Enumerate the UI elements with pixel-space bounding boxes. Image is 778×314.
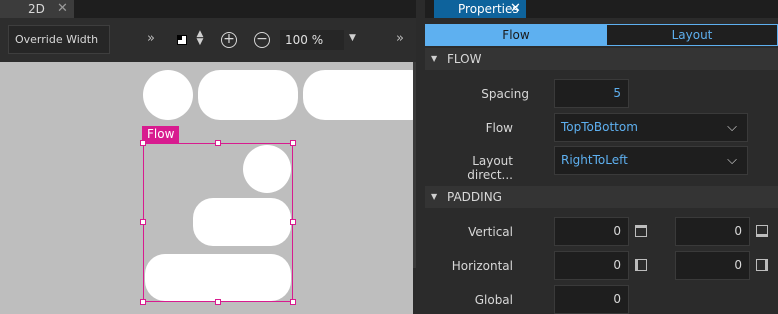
zoom-out-icon[interactable]: −	[254, 32, 270, 48]
flow-section-header[interactable]: ▼ FLOW	[425, 48, 778, 70]
tab-properties[interactable]: Properties ✕	[434, 0, 526, 18]
flow-label: Flow	[485, 121, 513, 135]
chevron-down-icon: ⌵	[727, 120, 737, 135]
global-padding-label: Global	[474, 293, 513, 307]
properties-panel: Properties ✕ Flow Layout ▼ FLOW Spacing …	[416, 0, 778, 314]
zoom-field[interactable]: 100 %	[280, 30, 344, 50]
padding-right-field[interactable]: 0	[675, 251, 750, 280]
design-canvas[interactable]: Flow	[0, 62, 413, 314]
layout-direction-value: RightToLeft	[561, 153, 628, 167]
padding-right-icon	[756, 259, 768, 271]
properties-tab-bar: Properties ✕	[425, 0, 778, 18]
padding-global-field[interactable]: 0	[554, 285, 629, 314]
tab-flow[interactable]: Flow	[425, 24, 607, 46]
flow-element[interactable]	[198, 70, 298, 120]
viewport-panel: 2D ✕ Override Width » ▲ ▼ + − 100 % ▼ » F…	[0, 0, 416, 314]
overflow-chevron-icon[interactable]: »	[147, 31, 155, 46]
resize-handle[interactable]	[215, 299, 221, 305]
padding-top-field[interactable]: 0	[554, 217, 629, 246]
flow-element[interactable]	[145, 254, 291, 301]
spacing-label: Spacing	[481, 87, 529, 101]
spacing-field[interactable]: 5	[554, 79, 629, 108]
flow-section-title: FLOW	[447, 52, 482, 66]
flow-dropdown-value: TopToBottom	[561, 120, 638, 134]
padding-left-field[interactable]: 0	[554, 251, 629, 280]
padding-bottom-field[interactable]: 0	[675, 217, 750, 246]
resize-handle[interactable]	[290, 219, 296, 225]
overflow-chevron-icon[interactable]: »	[396, 31, 404, 46]
zoom-dropdown-icon[interactable]: ▼	[349, 33, 356, 43]
up-down-arrows-icon[interactable]: ▲ ▼	[195, 30, 205, 47]
resize-handle[interactable]	[140, 140, 146, 146]
viewport-toolbar: Override Width » ▲ ▼ + − 100 % ▼ »	[0, 18, 416, 62]
override-width-button[interactable]: Override Width	[8, 25, 110, 54]
close-icon[interactable]: ✕	[510, 0, 521, 18]
layout-direction-dropdown[interactable]: RightToLeft ⌵	[554, 146, 748, 175]
selection-label: Flow	[142, 126, 180, 143]
flow-element[interactable]	[243, 145, 291, 193]
layout-direction-label: Layout direct...	[467, 154, 513, 182]
padding-left-icon	[635, 259, 647, 271]
horizontal-padding-label: Horizontal	[451, 259, 513, 273]
tab-2d-label: 2D	[28, 2, 45, 16]
tab-2d[interactable]: 2D ✕	[0, 0, 74, 18]
flow-selection-box[interactable]	[143, 143, 293, 302]
padding-bottom-icon	[756, 225, 768, 237]
flow-dropdown[interactable]: TopToBottom ⌵	[554, 113, 748, 142]
close-icon[interactable]: ✕	[57, 0, 68, 18]
collapse-triangle-icon[interactable]: ▼	[431, 48, 437, 70]
checkerboard-icon[interactable]	[177, 35, 187, 45]
vertical-padding-label: Vertical	[468, 225, 513, 239]
flow-element[interactable]	[303, 70, 413, 120]
padding-section-header[interactable]: ▼ PADDING	[425, 186, 778, 208]
resize-handle[interactable]	[290, 140, 296, 146]
resize-handle[interactable]	[290, 299, 296, 305]
collapse-triangle-icon[interactable]: ▼	[431, 186, 437, 208]
resize-handle[interactable]	[215, 140, 221, 146]
zoom-in-icon[interactable]: +	[221, 32, 237, 48]
viewport-tab-bar: 2D ✕	[0, 0, 416, 18]
resize-handle[interactable]	[140, 299, 146, 305]
flow-element[interactable]	[193, 198, 291, 246]
tab-layout[interactable]: Layout	[607, 24, 778, 46]
padding-section-title: PADDING	[447, 190, 502, 204]
padding-top-icon	[635, 225, 647, 237]
resize-handle[interactable]	[140, 219, 146, 225]
chevron-down-icon: ⌵	[727, 153, 737, 168]
flow-element[interactable]	[143, 70, 193, 120]
